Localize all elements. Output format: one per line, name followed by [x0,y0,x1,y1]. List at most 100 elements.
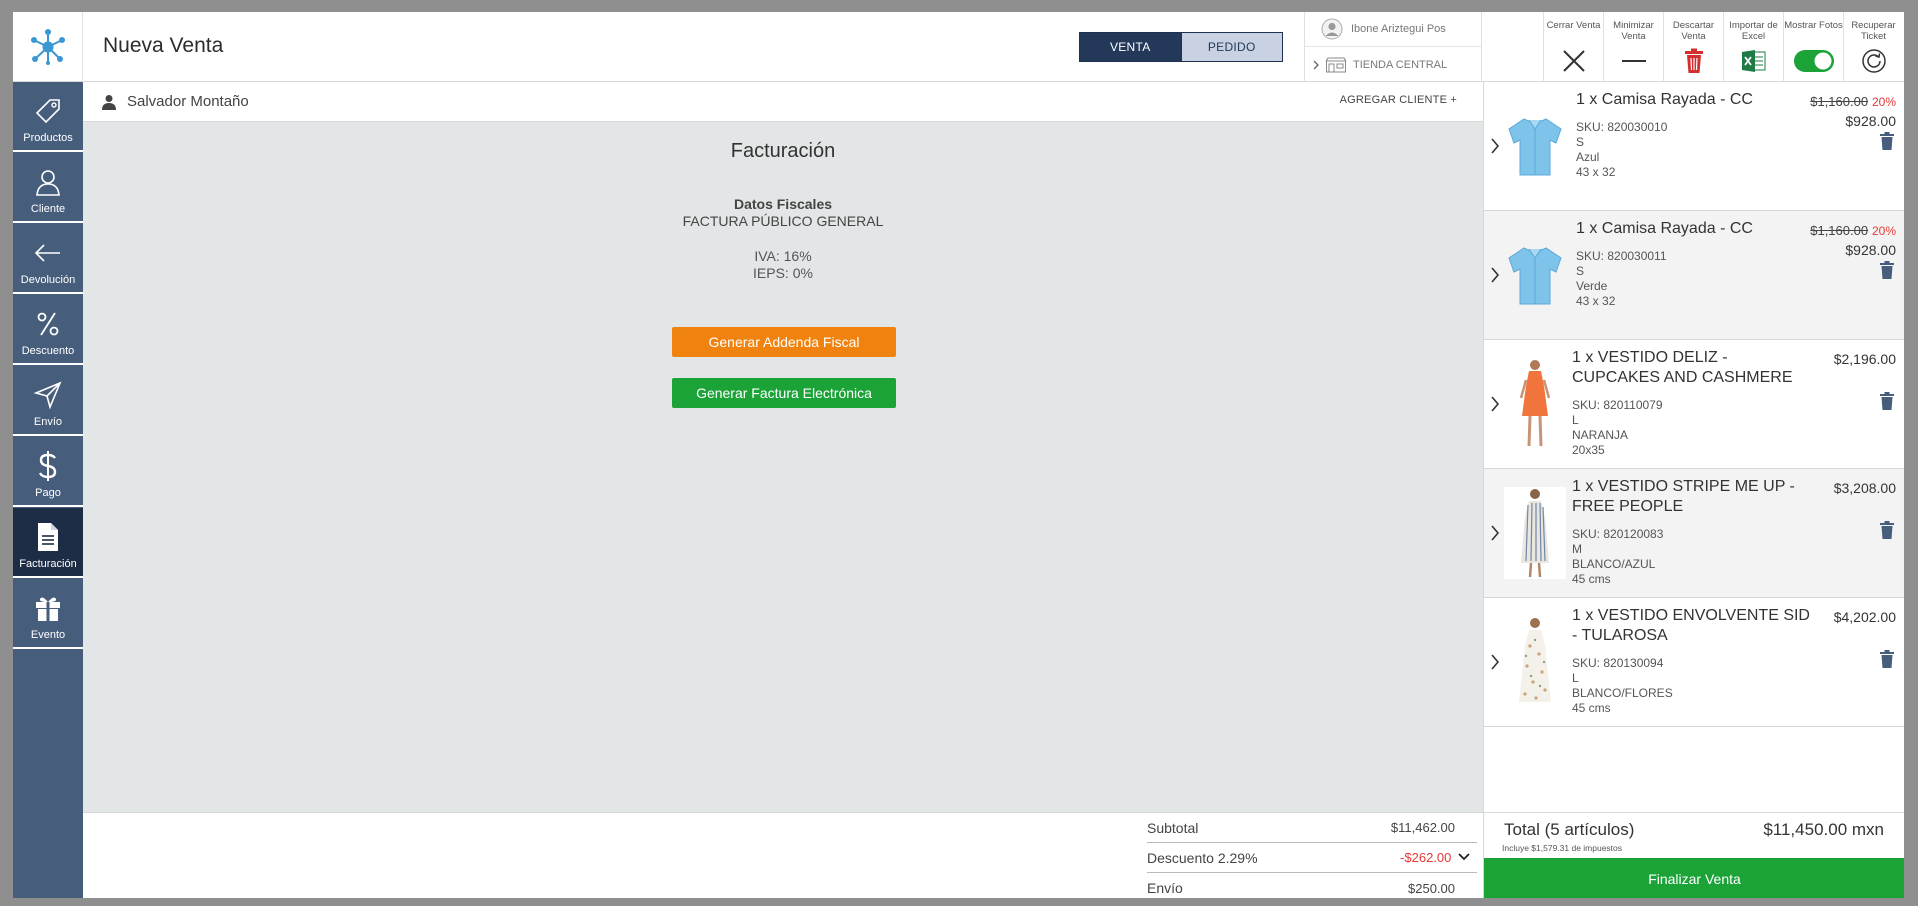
client-name: Salvador Montaño [127,93,249,110]
discard-sale-button[interactable]: Descartar Venta [1663,12,1723,82]
refresh-icon [1861,49,1886,73]
item-details: SKU: 820130094 L BLANCO/FLORES 45 cms [1572,656,1673,715]
discount-value: -$262.00 [1400,850,1477,865]
chevron-right-icon[interactable] [1490,137,1500,155]
finish-sale-button[interactable]: Finalizar Venta [1484,858,1904,898]
chevron-right-icon[interactable] [1490,524,1500,542]
minimize-icon [1621,60,1646,62]
product-photo [1504,100,1566,192]
chevron-right-icon[interactable] [1490,653,1500,671]
product-photo [1504,229,1566,321]
cart-list: 1 x Camisa Rayada - CC SKU: 820030010 S … [1483,82,1904,812]
total-label: Total (5 artículos) [1504,820,1635,839]
shipping-value: $250.00 [1408,880,1455,896]
document-icon [38,523,58,551]
add-client-button[interactable]: AGREGAR CLIENTE + [1340,94,1457,106]
order-summary: Subtotal $11,462.00 Descuento 2.29% -$26… [83,812,1483,898]
recover-ticket-button[interactable]: Recuperar Ticket [1843,12,1903,82]
iva-rate: IVA: 16% [754,248,812,264]
toolbar: Cerrar Venta Minimizar Venta Descartar V… [1543,12,1904,82]
user-icon [36,170,60,196]
sidebar-item-cliente[interactable]: Cliente [13,153,83,223]
shirt-image [1508,247,1562,305]
item-details: SKU: 820030010 S Azul 43 x 32 [1576,120,1668,179]
sidebar-item-evento[interactable]: Evento [13,579,83,649]
total-panel: Total (5 artículos) $11,450.00 mxn Inclu… [1483,812,1904,898]
show-photos-toggle[interactable]: Mostrar Fotos [1783,12,1843,82]
shirt-image [1508,118,1562,176]
header: Nueva Venta VENTA PEDIDO Ibone Ariztegui… [13,12,1904,82]
dress-image [1521,489,1549,578]
chevron-right-icon[interactable] [1490,266,1500,284]
discount-percent: 20% [1871,95,1896,109]
sidebar-item-descuento[interactable]: Descuento [13,295,83,365]
billing-panel: Facturación Datos Fiscales FACTURA PÚBLI… [83,122,1483,812]
trash-icon[interactable] [1880,521,1894,539]
item-price: $4,202.00 [1834,608,1896,627]
generate-addenda-button[interactable]: Generar Addenda Fiscal [672,327,896,357]
cart-item[interactable]: 1 x Camisa Rayada - CC SKU: 820030011 S … [1484,211,1904,340]
session-info: Ibone Ariztegui Pos TIENDA CENTRAL [1304,12,1482,82]
cart-item[interactable]: 1 x VESTIDO DELIZ - CUPCAKES AND CASHMER… [1484,340,1904,469]
cart-item[interactable]: 1 x VESTIDO ENVOLVENTE SID - TULAROSA SK… [1484,598,1904,727]
original-price: $1,160.00 [1810,223,1869,238]
subtotal-value: $11,462.00 [1390,820,1455,835]
trash-icon[interactable] [1880,132,1894,150]
tab-venta[interactable]: VENTA [1080,33,1181,61]
fiscal-name: FACTURA PÚBLICO GENERAL [682,213,884,229]
original-price: $1,160.00 [1810,94,1869,109]
final-price: $928.00 [1845,242,1896,258]
sidebar-item-facturacion[interactable]: Facturación [13,508,83,578]
person-icon [102,94,116,110]
dress-image [1519,618,1551,702]
product-photo [1504,616,1566,708]
product-photo [1504,358,1566,450]
product-photo [1504,487,1566,579]
shipping-row: Envío $250.00 [1147,873,1477,898]
user-row[interactable]: Ibone Ariztegui Pos [1305,12,1481,47]
sidebar-item-envio[interactable]: Envío [13,366,83,436]
store-row[interactable]: TIENDA CENTRAL [1305,47,1481,82]
cart-item[interactable]: 1 x VESTIDO STRIPE ME UP - FREE PEOPLE S… [1484,469,1904,598]
discount-row[interactable]: Descuento 2.29% -$262.00 [1147,843,1477,873]
final-price: $2,196.00 [1833,351,1896,367]
dollar-icon [38,451,57,481]
trash-icon[interactable] [1880,650,1894,668]
item-title: 1 x Camisa Rayada - CC [1576,91,1753,108]
minimize-sale-button[interactable]: Minimizar Venta [1603,12,1663,82]
cart-item[interactable]: 1 x Camisa Rayada - CC SKU: 820030010 S … [1484,82,1904,211]
app-logo[interactable] [13,12,83,82]
item-price: $1,160.00 20% $928.00 [1810,92,1896,131]
chevron-right-icon[interactable] [1490,395,1500,413]
trash-icon[interactable] [1880,392,1894,410]
tab-pedido[interactable]: PEDIDO [1180,33,1282,61]
item-details: SKU: 820120083 M BLANCO/AZUL 45 cms [1572,527,1664,586]
user-name: Ibone Ariztegui Pos [1351,23,1446,35]
store-name: TIENDA CENTRAL [1353,58,1448,71]
import-excel-button[interactable]: Importar de Excel [1723,12,1783,82]
discount-percent: 20% [1871,224,1896,238]
close-sale-button[interactable]: Cerrar Venta [1543,12,1603,82]
final-price: $3,208.00 [1833,480,1896,496]
trash-icon [1684,48,1703,73]
chevron-down-icon[interactable] [1457,852,1471,862]
fiscal-heading: Datos Fiscales [733,196,833,212]
gift-icon [36,597,60,621]
client-bar: Salvador Montaño AGREGAR CLIENTE + [83,82,1483,122]
mode-switch: VENTA PEDIDO [1079,32,1283,62]
tax-rates: IVA: 16% IEPS: 0% [83,248,1483,282]
sidebar: Productos Cliente Devolución Descuento E… [13,82,83,898]
trash-icon[interactable] [1880,261,1894,279]
arrow-left-icon [34,244,60,262]
close-icon [1562,50,1585,72]
toggle-icon [1793,50,1834,72]
item-price: $2,196.00 [1834,350,1896,369]
store-icon [1325,57,1347,72]
send-icon [33,381,62,410]
tax-note: Incluye $1,579.31 de impuestos [1502,843,1623,853]
sidebar-item-productos[interactable]: Productos [13,82,83,152]
generate-invoice-button[interactable]: Generar Factura Electrónica [672,378,896,408]
sidebar-item-devolucion[interactable]: Devolución [13,224,83,294]
sidebar-item-pago[interactable]: Pago [13,437,83,507]
tag-icon [35,99,60,124]
